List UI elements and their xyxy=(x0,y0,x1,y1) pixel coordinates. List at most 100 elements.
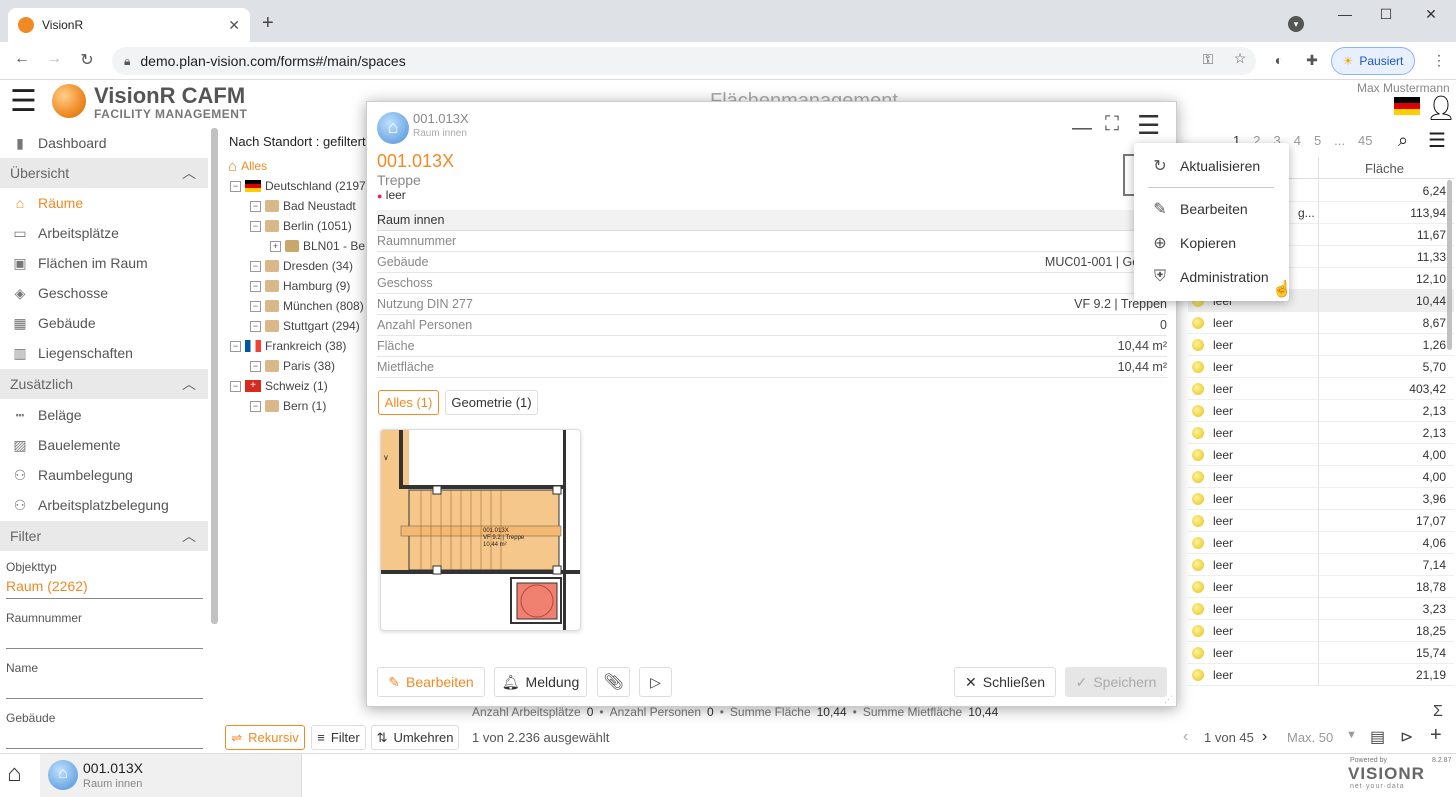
table-row[interactable]: leer 5,70 xyxy=(1188,356,1454,378)
menu-item-edit[interactable]: ✎ Bearbeiten xyxy=(1134,194,1289,224)
table-row[interactable]: leer 2,13 xyxy=(1188,400,1454,422)
play-button[interactable]: ▷ xyxy=(639,667,672,697)
roomnumber-input[interactable] xyxy=(6,648,203,649)
table-row[interactable]: leer 7,14 xyxy=(1188,554,1454,576)
section-filter-header[interactable]: Filter ︿ xyxy=(0,521,208,551)
profile-paused-button[interactable]: ☀ Pausiert xyxy=(1331,47,1415,75)
sidebar-item-properties[interactable]: ▥ Liegenschaften xyxy=(0,338,208,368)
building-input[interactable] xyxy=(6,748,203,749)
list-view-icon[interactable]: ▤ xyxy=(1370,727,1385,747)
browser-menu-icon[interactable]: ⋮ xyxy=(1430,52,1448,69)
tree-item-all[interactable]: ⌂ Alles xyxy=(228,156,267,176)
collapse-icon[interactable]: − xyxy=(250,260,261,272)
sidebar-item-dashboard[interactable]: ▮ Dashboard xyxy=(0,128,208,158)
menu-item-refresh[interactable]: ↻ Aktualisieren xyxy=(1134,151,1289,181)
column-area-header[interactable]: Fläche xyxy=(1365,161,1404,176)
key-icon[interactable]: ⚿ xyxy=(1199,51,1217,68)
save-button[interactable]: ✓ Speichern xyxy=(1065,667,1167,697)
tree-filter-button[interactable]: ≡ Filter xyxy=(311,725,366,750)
minimize-icon[interactable]: — xyxy=(1072,117,1092,140)
home-button-icon[interactable]: ⌂ xyxy=(7,760,22,788)
page-link[interactable]: ... xyxy=(1334,133,1345,148)
sidebar-item-room-occupancy[interactable]: ⚇ Raumbelegung xyxy=(0,460,208,490)
sum-icon[interactable]: Σ xyxy=(1433,703,1443,721)
section-overview-header[interactable]: Übersicht ︿ xyxy=(0,158,208,188)
tree-item[interactable]: − Stuttgart (294) xyxy=(250,316,360,336)
collapse-icon[interactable]: − xyxy=(230,380,241,392)
collapse-icon[interactable]: − xyxy=(250,220,261,232)
sidebar-item-workplaces[interactable]: ▭ Arbeitsplätze xyxy=(0,218,208,248)
sidebar-item-areas[interactable]: ▣ Flächen im Raum xyxy=(0,248,208,278)
table-row[interactable]: leer 4,00 xyxy=(1188,466,1454,488)
collapse-icon[interactable]: − xyxy=(250,400,261,412)
minimize-button[interactable]: — xyxy=(1330,6,1360,22)
tree-item[interactable]: − München (808) xyxy=(250,296,364,316)
collapse-icon[interactable]: − xyxy=(250,300,261,312)
chevron-down-icon[interactable]: ▼ xyxy=(1346,729,1357,741)
table-row[interactable]: leer 18,78 xyxy=(1188,576,1454,598)
collapse-icon[interactable]: − xyxy=(250,200,261,212)
tree-item[interactable]: − Berlin (1051) xyxy=(250,216,352,236)
menu-item-administration[interactable]: ⛨ Administration xyxy=(1134,262,1289,292)
search-icon[interactable]: ⌕ xyxy=(1398,130,1408,151)
tree-item[interactable]: − Frankreich (38) xyxy=(230,336,346,356)
table-row[interactable]: leer 4,00 xyxy=(1188,444,1454,466)
expand-icon[interactable]: + xyxy=(270,240,281,252)
table-row[interactable]: leer 3,23 xyxy=(1188,598,1454,620)
reload-icon[interactable]: ↻ xyxy=(77,50,97,70)
window-close-button[interactable]: ✕ xyxy=(1416,6,1446,23)
tab-geometry[interactable]: Geometrie (1) xyxy=(445,390,538,415)
dialog-menu-icon[interactable]: ☰ xyxy=(1137,110,1160,141)
menu-item-copy[interactable]: ⊕ Kopieren xyxy=(1134,228,1289,258)
open-window-item[interactable]: ⌂ 001.013X Raum innen xyxy=(40,754,302,797)
tree-item[interactable]: − Dresden (34) xyxy=(250,256,353,276)
filter-objecttype-select[interactable]: Raum (2262) xyxy=(6,578,88,594)
table-row[interactable]: leer 18,25 xyxy=(1188,620,1454,642)
edit-button[interactable]: ✎ Bearbeiten xyxy=(377,667,485,697)
tree-item[interactable]: − Hamburg (9) xyxy=(250,276,350,296)
sidebar-item-workplace-occupancy[interactable]: ⚇ Arbeitsplatzbelegung xyxy=(0,490,208,520)
table-row[interactable]: leer 15,74 xyxy=(1188,642,1454,664)
page-link[interactable]: 4 xyxy=(1294,133,1301,148)
tab-close-icon[interactable]: ✕ xyxy=(228,17,240,34)
sidebar-item-coverings[interactable]: ┅ Beläge xyxy=(0,400,208,430)
main-menu-icon[interactable]: ☰ xyxy=(10,87,37,117)
table-row[interactable]: leer 8,67 xyxy=(1188,312,1454,334)
german-flag-icon[interactable] xyxy=(1394,97,1420,115)
sidebar-scrollbar[interactable] xyxy=(211,128,218,624)
floor-plan-thumbnail[interactable]: ∨ 001.013X VF 9.2 | Treppe 10,44 m² xyxy=(380,429,581,631)
sidebar-item-buildings[interactable]: ▦ Gebäude xyxy=(0,308,208,338)
close-button[interactable]: ✕ Schließen xyxy=(954,667,1056,697)
tree-item[interactable]: − + Schweiz (1) xyxy=(230,376,328,396)
table-row[interactable]: leer 3,96 xyxy=(1188,488,1454,510)
table-row[interactable]: leer 17,07 xyxy=(1188,510,1454,532)
add-icon[interactable]: + xyxy=(1430,724,1442,747)
extension-icon[interactable]: ◐ xyxy=(1270,52,1288,68)
attachment-button[interactable]: 📎︎ xyxy=(597,667,630,697)
max-rows-select[interactable]: Max. 50 xyxy=(1287,730,1333,745)
table-row[interactable]: leer 21,19 xyxy=(1188,664,1454,686)
collapse-icon[interactable]: − xyxy=(250,360,261,372)
report-button[interactable]: 🔔︎ Meldung xyxy=(494,667,587,697)
name-input[interactable] xyxy=(6,698,203,699)
collapse-icon[interactable]: − xyxy=(230,180,241,192)
bookmark-star-icon[interactable]: ☆ xyxy=(1231,50,1249,67)
collapse-icon[interactable]: − xyxy=(250,320,261,332)
recursive-button[interactable]: ⇌ Rekursiv xyxy=(225,725,305,750)
table-row[interactable]: leer 403,42 xyxy=(1188,378,1454,400)
prev-page-icon[interactable]: ‹ xyxy=(1183,728,1188,746)
forward-icon[interactable]: → xyxy=(44,50,64,68)
tree-item[interactable]: − Bern (1) xyxy=(250,396,326,416)
table-row[interactable]: leer 2,13 xyxy=(1188,422,1454,444)
sidebar-item-rooms[interactable]: ⌂ Räume xyxy=(0,188,208,218)
table-row[interactable]: leer 1,26 xyxy=(1188,334,1454,356)
tree-item[interactable]: − Deutschland (2197) xyxy=(230,176,370,196)
maximize-button[interactable]: ☐ xyxy=(1371,6,1401,23)
tab-search-icon[interactable]: ▾ xyxy=(1288,16,1304,32)
url-field[interactable]: 🔒︎ demo.plan-vision.com/forms#/main/spac… xyxy=(112,47,1256,75)
tree-item[interactable]: − Paris (38) xyxy=(250,356,335,376)
sidebar-item-floors[interactable]: ◈ Geschosse xyxy=(0,278,208,308)
back-icon[interactable]: ← xyxy=(12,50,32,68)
puzzle-icon[interactable]: ✚ xyxy=(1303,52,1321,69)
user-icon[interactable]: 👤︎ xyxy=(1426,94,1456,123)
